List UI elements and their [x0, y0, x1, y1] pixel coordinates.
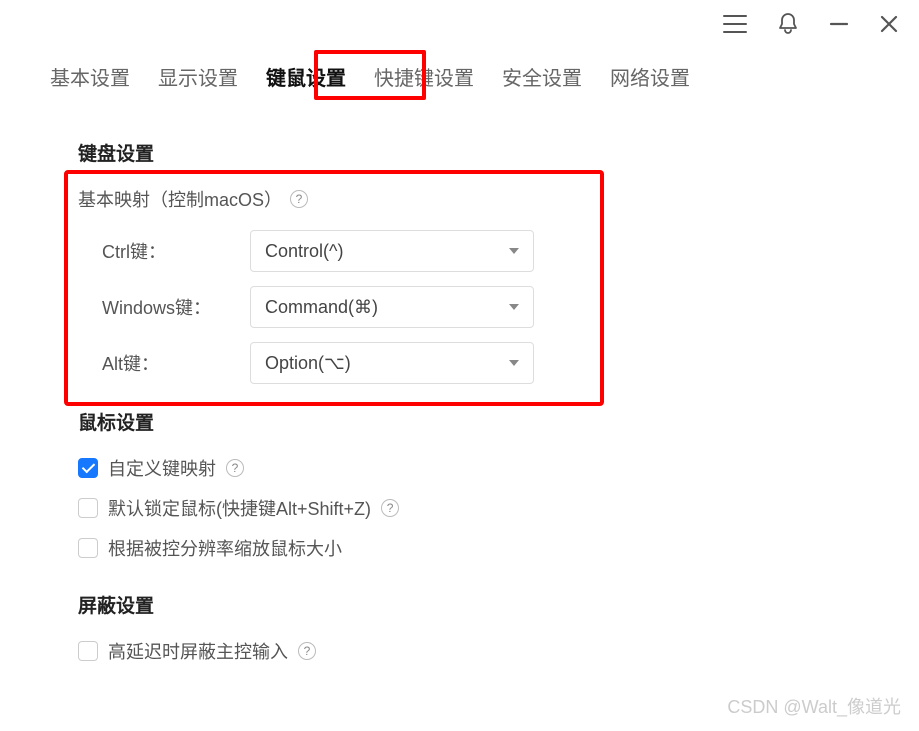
- alt-select-value: Option(⌥): [265, 353, 351, 374]
- high-latency-checkbox[interactable]: [78, 641, 98, 661]
- ctrl-select-value: Control(^): [265, 241, 343, 262]
- minimize-icon[interactable]: [829, 14, 849, 34]
- watermark: CSDN @Walt_像道光: [727, 693, 901, 719]
- custom-map-label: 自定义键映射: [108, 455, 216, 481]
- shield-section-title: 屏蔽设置: [78, 591, 841, 618]
- win-select-value: Command(⌘): [265, 297, 378, 318]
- mapping-subheading: 基本映射（控制macOS） ?: [78, 186, 841, 212]
- tab-shortcut[interactable]: 快捷键设置: [374, 62, 474, 91]
- mapping-title-text: 基本映射（控制macOS）: [78, 186, 282, 212]
- tab-km[interactable]: 键鼠设置: [266, 62, 346, 91]
- tab-basic[interactable]: 基本设置: [50, 62, 130, 91]
- win-select[interactable]: Command(⌘): [250, 286, 534, 328]
- mouse-section-title: 鼠标设置: [78, 408, 841, 435]
- ctrl-select[interactable]: Control(^): [250, 230, 534, 272]
- tab-security[interactable]: 安全设置: [502, 62, 582, 91]
- chevron-down-icon: [509, 248, 519, 254]
- high-latency-label: 高延迟时屏蔽主控输入: [108, 638, 288, 664]
- tab-display[interactable]: 显示设置: [158, 62, 238, 91]
- help-icon[interactable]: ?: [298, 642, 316, 660]
- close-icon[interactable]: [879, 14, 899, 34]
- alt-label: Alt键：: [102, 350, 250, 376]
- ctrl-label: Ctrl键：: [102, 238, 250, 264]
- hamburger-icon[interactable]: [723, 14, 747, 34]
- bell-icon[interactable]: [777, 12, 799, 36]
- tab-network[interactable]: 网络设置: [610, 62, 690, 91]
- chevron-down-icon: [509, 360, 519, 366]
- alt-select[interactable]: Option(⌥): [250, 342, 534, 384]
- chevron-down-icon: [509, 304, 519, 310]
- tabs-bar: 基本设置 显示设置 键鼠设置 快捷键设置 安全设置 网络设置: [0, 48, 919, 109]
- scale-cursor-checkbox[interactable]: [78, 538, 98, 558]
- help-icon[interactable]: ?: [381, 499, 399, 517]
- help-icon[interactable]: ?: [290, 190, 308, 208]
- keyboard-section-title: 键盘设置: [78, 139, 841, 166]
- lock-mouse-label: 默认锁定鼠标(快捷键Alt+Shift+Z): [108, 495, 371, 521]
- scale-cursor-label: 根据被控分辨率缩放鼠标大小: [108, 535, 342, 561]
- win-label: Windows键：: [102, 294, 250, 320]
- help-icon[interactable]: ?: [226, 459, 244, 477]
- lock-mouse-checkbox[interactable]: [78, 498, 98, 518]
- custom-map-checkbox[interactable]: [78, 458, 98, 478]
